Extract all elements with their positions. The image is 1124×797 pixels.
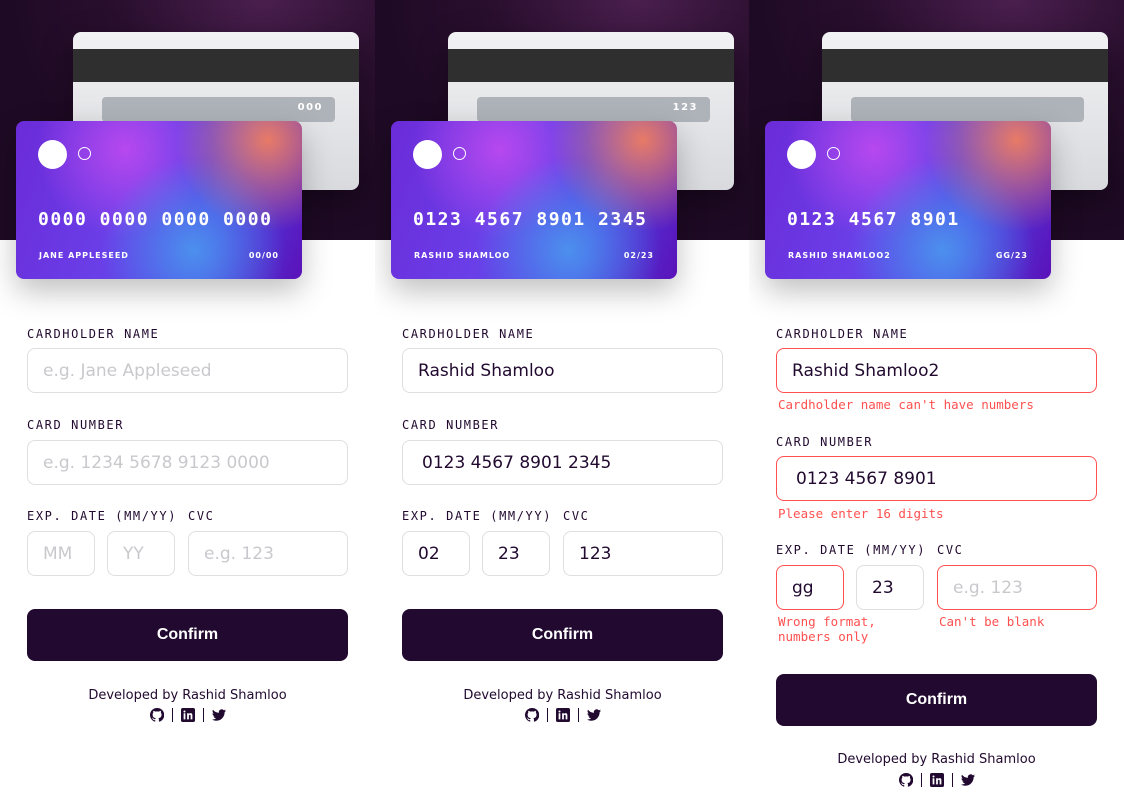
social-links xyxy=(749,773,1124,787)
card-front: 0123 4567 8901 2345 RASHID SHAMLOO 02/23 xyxy=(391,121,677,279)
confirm-button[interactable]: Confirm xyxy=(27,609,348,661)
cvc-label: CVC xyxy=(563,509,590,523)
form-panel-empty: 000 0000 0000 0000 0000 JANE APPLESEED 0… xyxy=(0,0,375,797)
card-expiry-display: 02/23 xyxy=(623,251,654,260)
card-number-label: CARD NUMBER xyxy=(776,435,874,449)
cvc-input[interactable]: e.g. 123 xyxy=(937,565,1097,610)
card-front: 0123 4567 8901 RASHID SHAMLOO2 GG/23 xyxy=(765,121,1051,279)
footer-credit: Developed by Rashid Shamloo xyxy=(88,688,287,703)
exp-year-input[interactable]: 23 xyxy=(856,565,924,610)
social-links xyxy=(375,708,750,722)
exp-month-input[interactable]: MM xyxy=(27,531,95,576)
cardholder-name-input[interactable]: e.g. Jane Appleseed xyxy=(27,348,348,393)
card-number-display: 0123 4567 8901 2345 xyxy=(413,209,648,230)
card-logo-outline-circle xyxy=(78,147,91,160)
github-icon[interactable] xyxy=(898,773,913,787)
card-number-label: CARD NUMBER xyxy=(402,418,500,432)
divider xyxy=(171,708,173,722)
card-number-error: Please enter 16 digits xyxy=(778,506,944,521)
confirm-button[interactable]: Confirm xyxy=(776,674,1097,726)
linkedin-icon[interactable] xyxy=(929,773,944,787)
social-links xyxy=(0,708,375,722)
github-icon[interactable] xyxy=(149,708,164,722)
cardholder-name-label: CARDHOLDER NAME xyxy=(27,327,160,341)
signature-strip xyxy=(851,97,1084,122)
linkedin-icon[interactable] xyxy=(555,708,570,722)
card-number-input[interactable]: 0123 4567 8901 2345 xyxy=(402,440,723,485)
card-logo-filled-circle xyxy=(787,140,816,169)
cvc-input[interactable]: 123 xyxy=(563,531,723,576)
card-holder-display: JANE APPLESEED xyxy=(39,251,129,260)
exp-date-error: Wrong format, numbers only xyxy=(778,614,876,644)
card-logo-outline-circle xyxy=(453,147,466,160)
cvc-label: CVC xyxy=(937,543,964,557)
exp-month-input[interactable]: 02 xyxy=(402,531,470,576)
signature-strip: 000 xyxy=(102,97,335,122)
cardholder-name-error: Cardholder name can't have numbers xyxy=(778,397,1034,412)
divider xyxy=(951,773,953,787)
card-number-display: 0000 0000 0000 0000 xyxy=(38,209,273,230)
exp-date-label: EXP. DATE (MM/YY) xyxy=(27,509,178,523)
card-logo-outline-circle xyxy=(827,147,840,160)
card-expiry-display: 00/00 xyxy=(248,251,279,260)
exp-date-label: EXP. DATE (MM/YY) xyxy=(402,509,553,523)
card-number-label: CARD NUMBER xyxy=(27,418,125,432)
divider xyxy=(920,773,922,787)
cvc-input[interactable]: e.g. 123 xyxy=(188,531,348,576)
exp-year-input[interactable]: YY xyxy=(107,531,175,576)
footer-credit: Developed by Rashid Shamloo xyxy=(463,688,662,703)
card-number-input[interactable]: 0123 4567 8901 xyxy=(776,456,1097,501)
exp-year-input[interactable]: 23 xyxy=(482,531,550,576)
linkedin-icon[interactable] xyxy=(180,708,195,722)
card-holder-display: RASHID SHAMLOO xyxy=(414,251,511,260)
card-number-input[interactable]: e.g. 1234 5678 9123 0000 xyxy=(27,440,348,485)
card-logo-filled-circle xyxy=(38,140,67,169)
confirm-button[interactable]: Confirm xyxy=(402,609,723,661)
card-holder-display: RASHID SHAMLOO2 xyxy=(788,251,891,260)
cardholder-name-input[interactable]: Rashid Shamloo xyxy=(402,348,723,393)
card-expiry-display: GG/23 xyxy=(995,251,1028,260)
footer-credit: Developed by Rashid Shamloo xyxy=(837,752,1036,767)
form-panel-errors: 0123 4567 8901 RASHID SHAMLOO2 GG/23 CAR… xyxy=(749,0,1124,797)
twitter-icon[interactable] xyxy=(211,708,226,722)
magnetic-stripe xyxy=(822,49,1108,82)
signature-strip: 123 xyxy=(477,97,710,122)
cvc-label: CVC xyxy=(188,509,215,523)
magnetic-stripe xyxy=(73,49,359,82)
twitter-icon[interactable] xyxy=(960,773,975,787)
cardholder-name-label: CARDHOLDER NAME xyxy=(402,327,535,341)
divider xyxy=(577,708,579,722)
card-logo-filled-circle xyxy=(413,140,442,169)
exp-month-input[interactable]: gg xyxy=(776,565,844,610)
exp-date-label: EXP. DATE (MM/YY) xyxy=(776,543,927,557)
cvc-error: Can't be blank xyxy=(939,614,1045,629)
cardholder-name-label: CARDHOLDER NAME xyxy=(776,327,909,341)
github-icon[interactable] xyxy=(524,708,539,722)
card-back-cvc: 000 xyxy=(297,102,323,113)
divider xyxy=(202,708,204,722)
divider xyxy=(546,708,548,722)
magnetic-stripe xyxy=(448,49,734,82)
cardholder-name-input[interactable]: Rashid Shamloo2 xyxy=(776,348,1097,393)
card-number-display: 0123 4567 8901 xyxy=(787,209,960,230)
form-panel-filled: 123 0123 4567 8901 2345 RASHID SHAMLOO 0… xyxy=(375,0,750,797)
twitter-icon[interactable] xyxy=(586,708,601,722)
card-back-cvc: 123 xyxy=(672,102,698,113)
card-front: 0000 0000 0000 0000 JANE APPLESEED 00/00 xyxy=(16,121,302,279)
